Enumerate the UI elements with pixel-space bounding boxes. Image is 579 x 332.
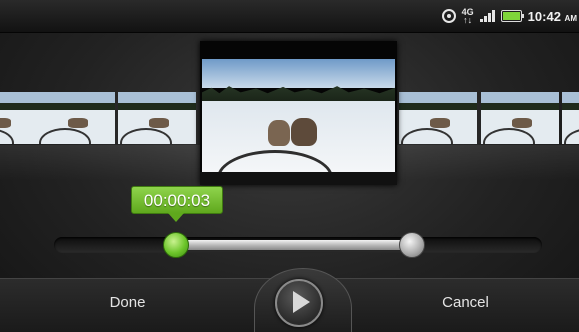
current-time-indicator: 00:00:03 xyxy=(131,186,223,214)
4g-icon: 4G ↑↓ xyxy=(462,8,474,25)
filmstrip-frame xyxy=(118,92,196,144)
network-activity-label: ↑↓ xyxy=(463,15,473,25)
status-bar: 4G ↑↓ 10:42 AM xyxy=(0,0,579,33)
time-indicator-pointer xyxy=(168,213,184,222)
battery-icon xyxy=(500,10,524,22)
video-preview[interactable] xyxy=(200,41,397,185)
trim-end-handle[interactable] xyxy=(399,232,425,258)
cancel-button[interactable]: Cancel xyxy=(352,278,579,332)
signal-icon xyxy=(479,10,495,22)
done-button[interactable]: Done xyxy=(0,278,255,332)
clock-meridiem: AM xyxy=(564,13,577,23)
video-trim-screen: 4G ↑↓ 10:42 AM 00:00:03 Done Cancel xyxy=(0,0,579,332)
trim-start-handle[interactable] xyxy=(163,232,189,258)
filmstrip-frame xyxy=(0,92,38,144)
video-frame-image xyxy=(202,59,395,172)
status-clock: 10:42 AM xyxy=(528,9,577,24)
play-icon xyxy=(293,291,310,313)
filmstrip-frame xyxy=(562,92,579,144)
filmstrip-frame xyxy=(399,92,477,144)
trim-selected-range xyxy=(176,240,412,250)
clock-time: 10:42 xyxy=(527,8,561,24)
filmstrip-frame xyxy=(481,92,559,144)
gps-icon xyxy=(441,9,456,23)
filmstrip-frame xyxy=(37,92,115,144)
status-icons: 4G ↑↓ 10:42 AM xyxy=(441,0,579,32)
